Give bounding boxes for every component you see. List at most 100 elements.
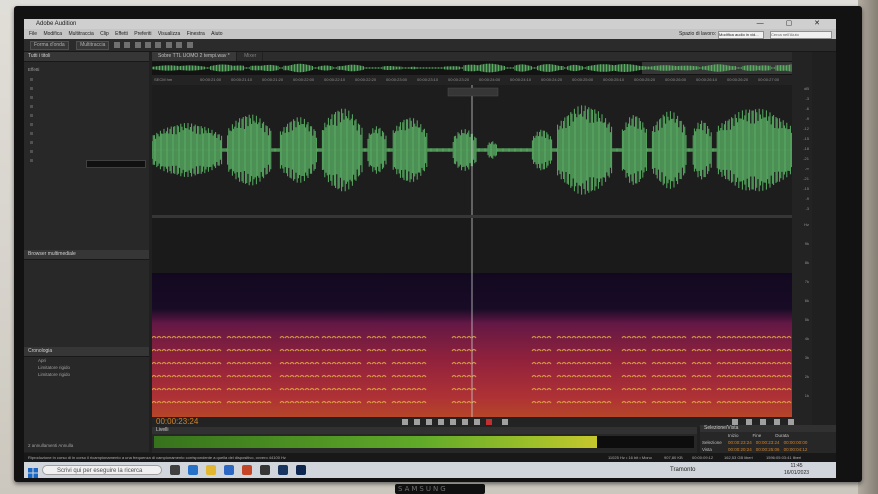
menu-item-visualizza[interactable]: Visualizza [158, 31, 180, 37]
view-start[interactable]: 00:00:20:24 [728, 447, 752, 452]
ruler-tick-label: 00:00:22:10 [324, 77, 346, 82]
media-browser-title[interactable]: Browser multimediale [24, 250, 149, 260]
spectrogram-view[interactable] [151, 218, 792, 417]
app-icon[interactable] [260, 465, 270, 475]
history-item[interactable]: Apri [24, 357, 149, 364]
start-icon[interactable] [28, 465, 38, 478]
frequency-scale-label: 1k [804, 393, 809, 398]
menu-item-multitraccia[interactable]: Multitraccia [68, 31, 93, 37]
waveform-view[interactable] [151, 85, 793, 215]
selection-duration[interactable]: 00:00:00:00 [784, 440, 808, 445]
editor-tabs: Sobre TTL UOMO 2 tempi.wav * Mixer [152, 52, 792, 61]
tab-file[interactable]: Sobre TTL UOMO 2 tempi.wav * [152, 52, 237, 61]
current-time-display[interactable]: 00:00:23:24 [156, 417, 198, 427]
weather-widget[interactable]: Tramonto [670, 464, 695, 476]
tab-mixer[interactable]: Mixer [238, 52, 264, 61]
history-panel-title[interactable]: Cronologia [24, 347, 149, 357]
files-panel-title[interactable]: Tutti i titoli [24, 52, 149, 62]
frequency-scale-label: 9k [804, 241, 809, 246]
menu-item-effetti[interactable]: Effetti [115, 31, 128, 37]
editor-panel: Sobre TTL UOMO 2 tempi.wav * Mixer SECM … [151, 52, 793, 417]
menu-bar: File Modifica Multitraccia Clip Effetti … [24, 29, 836, 39]
amplitude-scale-label: -15 [803, 186, 809, 191]
record-icon[interactable] [486, 419, 492, 425]
col-header-end: Fine [752, 433, 762, 438]
hud-volume[interactable] [447, 87, 499, 97]
amplitude-scale-label: -3 [805, 96, 809, 101]
effects-meter [86, 160, 146, 168]
multitrack-view-button[interactable]: Multitraccia [76, 41, 110, 50]
amplitude-scale: dB -3 -6 -9 -12 -15 -18 -21 -∞ -21 -15 -9 -3 Hz 9k 8k 7k… [792, 52, 812, 417]
title-bar: Adobe Audition — ▢ ✕ [24, 19, 836, 29]
edge-icon[interactable] [188, 465, 198, 475]
stop-icon[interactable] [402, 419, 408, 425]
help-search-input[interactable]: Cerca nell'Aiuto [770, 31, 832, 39]
store-icon[interactable] [224, 465, 234, 475]
clock-time: 11:45 [790, 463, 803, 469]
play-icon[interactable] [414, 419, 420, 425]
selection-label: Selezione [702, 440, 722, 445]
menu-item-modifica[interactable]: Modifica [43, 31, 62, 37]
ruler-tick-label: 00:00:23:00 [386, 77, 408, 82]
fast-forward-icon[interactable] [450, 419, 456, 425]
move-tool-icon[interactable] [113, 41, 120, 48]
frequency-scale-label: 7k [804, 279, 809, 284]
overview-strip[interactable] [151, 61, 792, 75]
levels-title: Livelli [152, 427, 697, 434]
task-view-icon[interactable] [170, 465, 180, 475]
history-item[interactable]: Limitatore rigido [24, 371, 149, 378]
marquee-tool-icon[interactable] [155, 41, 162, 48]
lasso-tool-icon[interactable] [165, 41, 172, 48]
ruler-tick-label: 00:00:24:00 [479, 77, 501, 82]
workspace-select[interactable]: Modifica audio in vid... [718, 31, 764, 39]
brush-tool-icon[interactable] [176, 41, 183, 48]
amplitude-scale-label: -9 [805, 116, 809, 121]
frequency-scale-label: 5k [804, 317, 809, 322]
ruler-tick-label: 00:00:23:10 [417, 77, 439, 82]
timeline-ruler[interactable]: SECM hm 00:00:21:00 00:00:21:10 00:00:21:2… [152, 75, 792, 85]
selection-view-panel: Selezione/Vista Inizio Fine Durata Selez… [700, 425, 836, 455]
menu-item-clip[interactable]: Clip [100, 31, 109, 37]
razor-tool-icon[interactable] [124, 41, 131, 48]
rewind-icon[interactable] [438, 419, 444, 425]
monitor-brand: SAMSUNG [398, 485, 448, 493]
slip-tool-icon[interactable] [134, 41, 141, 48]
time-select-tool-icon[interactable] [144, 41, 151, 48]
ruler-tick-label: 00:00:21:00 [200, 77, 222, 82]
file-explorer-icon[interactable] [206, 465, 216, 475]
ruler-tick-label: 00:00:22:00 [293, 77, 315, 82]
audition-icon[interactable] [278, 465, 288, 475]
selection-start[interactable]: 00:00:23:24 [728, 440, 752, 445]
pause-icon[interactable] [426, 419, 432, 425]
amplitude-scale-label: -21 [803, 156, 809, 161]
taskbar-search-input[interactable]: Scrivi qui per eseguire la ricerca [42, 465, 162, 475]
go-to-start-icon[interactable] [462, 419, 468, 425]
frequency-scale-label: 4k [804, 336, 809, 341]
menu-item-aiuto[interactable]: Aiuto [211, 31, 222, 37]
menu-item-file[interactable]: File [29, 31, 37, 37]
ruler-tick-label: 00:00:23:20 [448, 77, 470, 82]
waveform-view-button[interactable]: Forma d'onda [30, 41, 69, 50]
ruler-tick-label: 00:00:25:10 [603, 77, 625, 82]
taskbar-clock[interactable]: 11:45 16/01/2023 [784, 463, 809, 477]
amplitude-scale-label: -21 [803, 176, 809, 181]
frequency-scale-label: Hz [804, 222, 809, 227]
frequency-scale-label: 6k [804, 298, 809, 303]
go-to-end-icon[interactable] [474, 419, 480, 425]
ruler-tick-label: 00:00:26:20 [727, 77, 749, 82]
healing-tool-icon[interactable] [186, 41, 193, 48]
office-icon[interactable] [242, 465, 252, 475]
ruler-tick-label: 00:00:27:00 [758, 77, 780, 82]
window-controls[interactable]: — ▢ ✕ [757, 19, 830, 29]
ruler-label: SECM hm [154, 77, 173, 82]
history-item[interactable]: Limitatore rigido [24, 364, 149, 371]
loop-icon[interactable] [502, 419, 508, 425]
menu-item-finestra[interactable]: Finestra [187, 31, 205, 37]
view-duration[interactable]: 00:00:04:12 [784, 447, 808, 452]
view-end[interactable]: 00:00:25:06 [756, 447, 780, 452]
col-header-duration: Durata [775, 433, 789, 438]
menu-item-preferiti[interactable]: Preferiti [134, 31, 151, 37]
effects-slots[interactable] [28, 76, 86, 176]
photoshop-icon[interactable] [296, 465, 306, 475]
selection-end[interactable]: 00:00:23:24 [756, 440, 780, 445]
